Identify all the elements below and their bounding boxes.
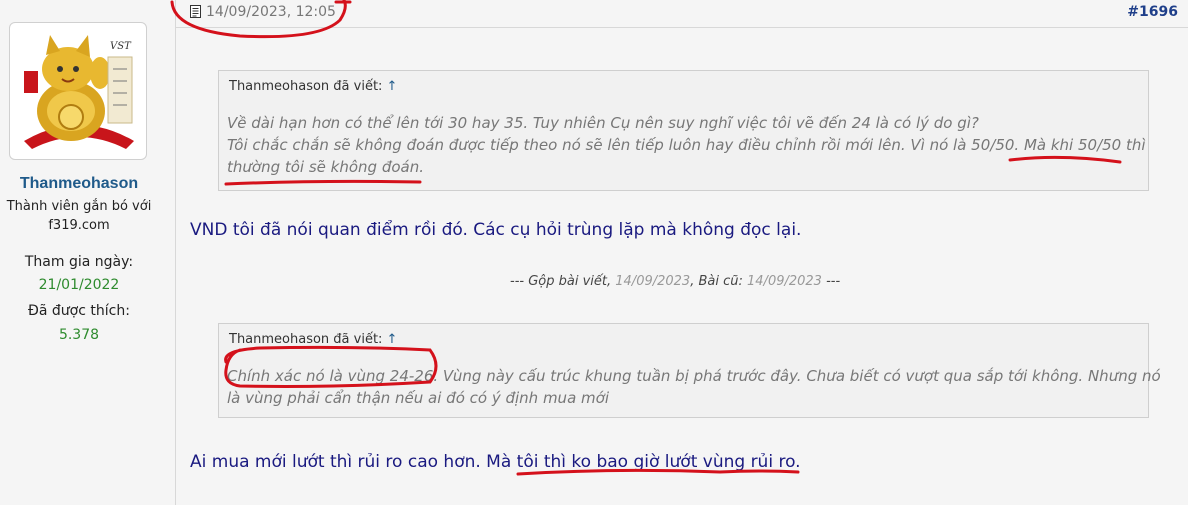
message-text: Ai mua mới lướt thì rủi ro cao hơn. Mà t…: [190, 452, 801, 472]
quote-author: Thanmeohason đã viết: ↑: [229, 79, 397, 94]
lucky-cat-avatar-image: VST: [16, 29, 142, 155]
quote-line: Chính xác nó là vùng 24-26. Vùng này cấu…: [227, 367, 1161, 385]
quote-author-text: Thanmeohason đã viết:: [229, 332, 383, 347]
post-header: 14/09/2023, 12:05 #1696: [176, 0, 1188, 28]
merge-date-new: 14/09/2023: [615, 274, 691, 289]
quote-author-text: Thanmeohason đã viết:: [229, 79, 383, 94]
post-number-link[interactable]: #1696: [1127, 4, 1178, 20]
username-link[interactable]: Thanmeohason: [0, 175, 158, 193]
join-date-value: 21/01/2022: [38, 277, 120, 293]
merge-suffix: ---: [826, 274, 841, 289]
quote-line: Tôi chắc chắn sẽ không đoán được tiếp th…: [227, 136, 1146, 154]
post-date: 14/09/2023, 12:05: [206, 4, 336, 20]
avatar-brand-text: VST: [110, 41, 132, 52]
merge-date-old: 14/09/2023: [747, 274, 822, 289]
merge-middle: , Bài cũ:: [690, 274, 743, 289]
document-icon: [190, 5, 201, 18]
avatar[interactable]: VST: [9, 22, 147, 160]
quote-block: Thanmeohason đã viết: ↑ Chính xác nó là v…: [218, 323, 1161, 418]
likes-value: 5.378: [58, 327, 100, 343]
user-title-line1: Thành viên gắn bó với: [6, 199, 152, 214]
merge-notice: --- Gộp bài viết, 14/09/2023, Bài cũ: 14…: [510, 274, 840, 289]
user-title: Thành viên gắn bó với f319.com: [0, 197, 158, 235]
merge-prefix: --- Gộp bài viết,: [510, 274, 612, 289]
likes-label: Đã được thích:: [28, 303, 130, 319]
user-title-line2: f319.com: [48, 218, 110, 233]
quote-body: Chính xác nó là vùng 24-26. Vùng này cấu…: [227, 365, 1161, 409]
join-date-label: Tham gia ngày:: [24, 254, 134, 270]
quote-body: Về dài hạn hơn có thể lên tới 30 hay 35.…: [227, 112, 1146, 178]
user-sidebar: VST Thanmeohason Thành viên gắn bó với f…: [0, 0, 176, 505]
quote-block: Thanmeohason đã viết: ↑ Về dài hạn hơn có…: [218, 70, 1149, 191]
jump-to-quote-icon[interactable]: ↑: [386, 332, 397, 347]
message-text: VND tôi đã nói quan điểm rồi đó. Các cụ …: [190, 220, 802, 240]
quote-author: Thanmeohason đã viết: ↑: [229, 332, 397, 347]
quote-line: thường tôi sẽ không đoán.: [227, 158, 425, 176]
post-content: Thanmeohason đã viết: ↑ Về dài hạn hơn có…: [176, 29, 1188, 505]
quote-line: là vùng phải cẩn thận nếu ai đó có ý địn…: [227, 389, 609, 407]
jump-to-quote-icon[interactable]: ↑: [386, 79, 397, 94]
quote-line: Về dài hạn hơn có thể lên tới 30 hay 35.…: [227, 114, 979, 132]
